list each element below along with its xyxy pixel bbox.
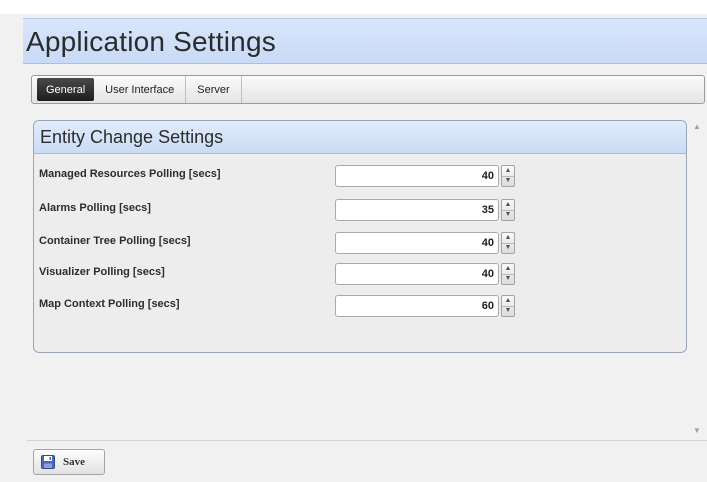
page-title: Application Settings [26, 26, 276, 57]
setting-label: Managed Resources Polling [secs] [39, 168, 221, 180]
vertical-scrollbar[interactable]: ▲ ▼ [692, 120, 704, 440]
spinner-control: ▲ ▼ [501, 263, 515, 285]
setting-label: Container Tree Polling [secs] [39, 235, 191, 247]
scroll-down-arrow-icon[interactable]: ▼ [693, 426, 701, 435]
title-bar: Application Settings [23, 18, 707, 64]
setting-row-container-tree: Container Tree Polling [secs] ▲ ▼ [34, 231, 686, 255]
app-window: Application Settings General User Interf… [0, 0, 707, 482]
setting-label: Visualizer Polling [secs] [39, 266, 165, 278]
setting-row-managed-resources: Managed Resources Polling [secs] ▲ ▼ [34, 164, 686, 188]
top-strip [0, 0, 707, 14]
tab-user-interface[interactable]: User Interface [94, 76, 187, 103]
tab-bar: General User Interface Server [31, 75, 705, 104]
tab-server[interactable]: Server [186, 76, 242, 103]
setting-row-visualizer: Visualizer Polling [secs] ▲ ▼ [34, 262, 686, 286]
setting-label: Alarms Polling [secs] [39, 202, 151, 214]
panel-title: Entity Change Settings [40, 126, 224, 147]
save-icon [41, 455, 55, 469]
save-button[interactable]: Save [33, 449, 105, 475]
save-label: Save [63, 456, 85, 468]
spinner-control: ▲ ▼ [501, 165, 515, 187]
chevron-down-icon[interactable]: ▼ [502, 243, 514, 253]
managed-resources-polling-input[interactable] [335, 165, 499, 187]
spinner-control: ▲ ▼ [501, 295, 515, 317]
chevron-down-icon[interactable]: ▼ [502, 210, 514, 220]
container-tree-polling-input[interactable] [335, 232, 499, 254]
setting-row-map-context: Map Context Polling [secs] ▲ ▼ [34, 294, 686, 318]
entity-change-settings-panel: Entity Change Settings Managed Resources… [33, 120, 687, 353]
footer-divider [27, 440, 707, 441]
spinner-control: ▲ ▼ [501, 199, 515, 221]
chevron-down-icon[interactable]: ▼ [502, 274, 514, 284]
spinner-control: ▲ ▼ [501, 232, 515, 254]
visualizer-polling-input[interactable] [335, 263, 499, 285]
panel-header: Entity Change Settings [34, 121, 686, 154]
setting-row-alarms: Alarms Polling [secs] ▲ ▼ [34, 198, 686, 222]
chevron-down-icon[interactable]: ▼ [502, 306, 514, 316]
scroll-up-arrow-icon[interactable]: ▲ [693, 122, 701, 131]
tab-general[interactable]: General [37, 78, 95, 101]
chevron-down-icon[interactable]: ▼ [502, 176, 514, 186]
alarms-polling-input[interactable] [335, 199, 499, 221]
setting-label: Map Context Polling [secs] [39, 298, 180, 310]
map-context-polling-input[interactable] [335, 295, 499, 317]
